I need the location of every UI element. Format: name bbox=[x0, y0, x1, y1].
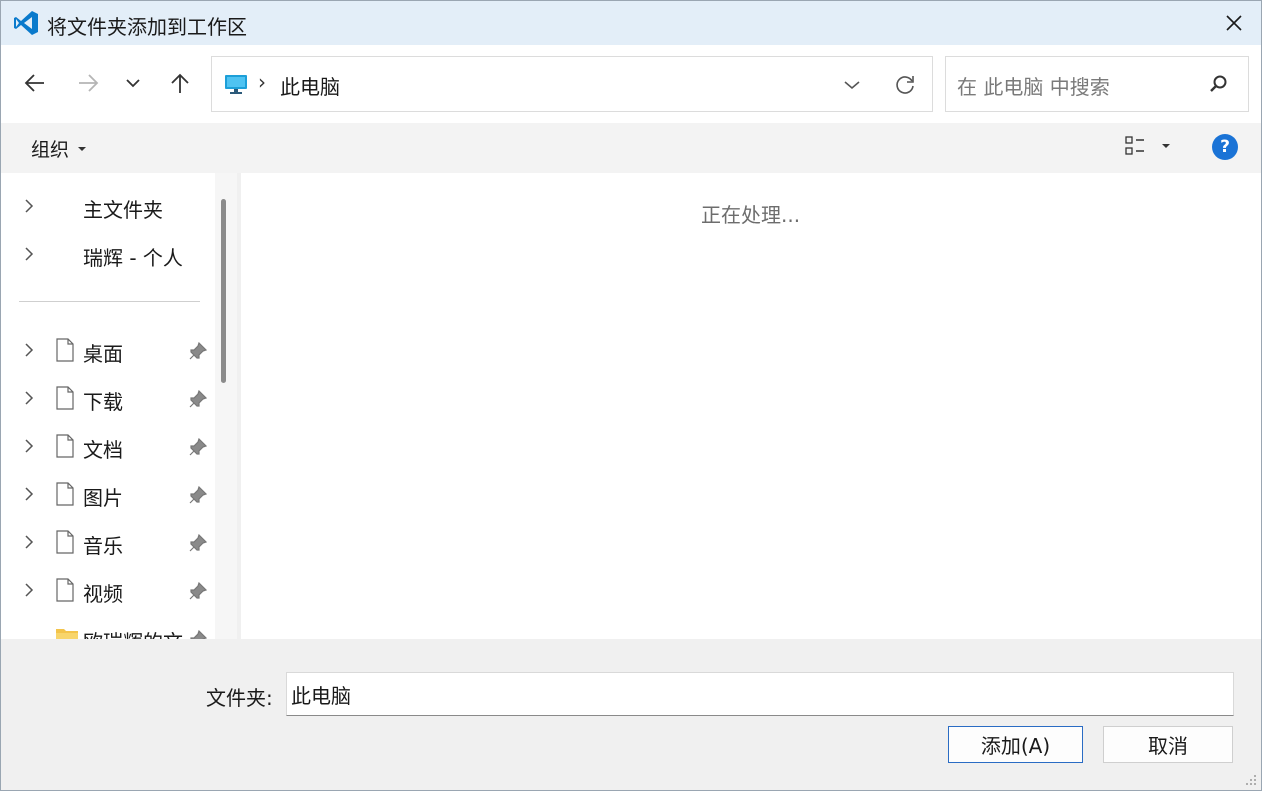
pin-icon bbox=[189, 390, 207, 408]
chevron-down-icon bbox=[844, 81, 860, 90]
add-folder-dialog: 将文件夹添加到工作区 › 此电脑 在 此电脑 中搜索 组织 ? 主文件夹 瑞辉 … bbox=[0, 0, 1262, 791]
document-icon bbox=[56, 482, 74, 506]
close-icon bbox=[1226, 15, 1242, 31]
address-history-button[interactable] bbox=[838, 72, 866, 98]
help-icon: ? bbox=[1220, 137, 1230, 157]
sidebar-item-pictures[interactable]: 图片 bbox=[1, 473, 215, 517]
caret-down-icon bbox=[78, 146, 87, 151]
folder-field[interactable] bbox=[286, 672, 1234, 716]
view-options-icon bbox=[1125, 136, 1144, 155]
vscode-logo-icon bbox=[14, 11, 38, 35]
cancel-button[interactable]: 取消 bbox=[1103, 726, 1233, 763]
chevron-right-icon[interactable] bbox=[23, 581, 35, 599]
sidebar-item-music[interactable]: 音乐 bbox=[1, 521, 215, 565]
sidebar-item-desktop[interactable]: 桌面 bbox=[1, 329, 215, 373]
loading-status: 正在处理... bbox=[701, 203, 801, 227]
caret-down-icon bbox=[1162, 144, 1170, 148]
sidebar-item-label: 图片 bbox=[83, 486, 123, 510]
help-button[interactable]: ? bbox=[1212, 134, 1238, 160]
computer-icon bbox=[225, 75, 247, 94]
document-icon bbox=[56, 530, 74, 554]
document-icon bbox=[56, 338, 74, 362]
change-view-button[interactable] bbox=[1125, 136, 1171, 156]
command-bar: 组织 ? bbox=[1, 123, 1261, 173]
folder-field-label: 文件夹: bbox=[206, 686, 273, 710]
navigation-pane: 主文件夹 瑞辉 - 个人 桌面 下载 文档 图片 音乐 视频 bbox=[1, 173, 237, 639]
dialog-footer: 文件夹: 添加(A) 取消 bbox=[1, 639, 1261, 790]
chevron-down-icon bbox=[126, 79, 140, 88]
sidebar-item-label: 视频 bbox=[83, 582, 123, 606]
refresh-icon bbox=[896, 76, 914, 94]
file-list-pane[interactable]: 正在处理... bbox=[241, 173, 1261, 639]
pin-icon bbox=[189, 438, 207, 456]
chevron-right-icon[interactable] bbox=[23, 341, 35, 359]
sidebar-item-label: 瑞辉 - 个人 bbox=[83, 246, 183, 270]
arrow-left-icon bbox=[24, 74, 44, 92]
document-icon bbox=[56, 386, 74, 410]
arrow-right-icon bbox=[79, 74, 99, 92]
sidebar-item-label: 下载 bbox=[83, 390, 123, 414]
refresh-button[interactable] bbox=[890, 70, 920, 100]
address-bar[interactable]: › 此电脑 bbox=[211, 56, 933, 112]
chevron-right-icon[interactable] bbox=[23, 389, 35, 407]
folder-icon bbox=[56, 629, 78, 639]
pin-icon bbox=[189, 534, 207, 552]
sidebar-item-label: 桌面 bbox=[83, 342, 123, 366]
forward-button[interactable] bbox=[68, 65, 108, 101]
search-input[interactable]: 在 此电脑 中搜索 bbox=[957, 71, 1110, 100]
sidebar-item-personal[interactable]: 瑞辉 - 个人 bbox=[1, 233, 215, 277]
sidebar-item-user-folder[interactable]: 欧瑞辉的文 bbox=[1, 617, 215, 639]
sidebar-item-documents[interactable]: 文档 bbox=[1, 425, 215, 469]
back-button[interactable] bbox=[15, 65, 55, 101]
sidebar-item-home[interactable]: 主文件夹 bbox=[1, 185, 215, 229]
chevron-right-icon[interactable] bbox=[23, 437, 35, 455]
pin-icon bbox=[189, 486, 207, 504]
sidebar-item-label: 主文件夹 bbox=[83, 198, 163, 222]
chevron-right-icon[interactable] bbox=[23, 197, 35, 215]
pin-icon bbox=[189, 342, 207, 360]
breadcrumb-separator: › bbox=[258, 70, 266, 94]
document-icon bbox=[56, 434, 74, 458]
chevron-right-icon[interactable] bbox=[23, 485, 35, 503]
arrow-up-icon bbox=[171, 73, 189, 93]
chevron-right-icon[interactable] bbox=[23, 533, 35, 551]
pin-icon bbox=[189, 582, 207, 600]
dialog-title: 将文件夹添加到工作区 bbox=[47, 15, 247, 39]
pin-icon bbox=[190, 630, 207, 639]
sidebar-divider bbox=[19, 301, 200, 302]
sidebar-item-label: 文档 bbox=[83, 438, 123, 462]
document-icon bbox=[56, 578, 74, 602]
title-bar: 将文件夹添加到工作区 bbox=[1, 1, 1261, 45]
organize-label: 组织 bbox=[31, 139, 70, 161]
add-button[interactable]: 添加(A) bbox=[948, 726, 1083, 763]
organize-menu-button[interactable]: 组织 bbox=[31, 135, 87, 162]
sidebar-scroll-thumb[interactable] bbox=[221, 199, 226, 383]
search-box[interactable]: 在 此电脑 中搜索 bbox=[945, 56, 1249, 112]
recent-locations-button[interactable] bbox=[113, 65, 153, 101]
sidebar-scrollbar[interactable] bbox=[215, 173, 237, 639]
search-icon bbox=[1210, 75, 1227, 92]
resize-grip-icon[interactable] bbox=[1245, 774, 1257, 786]
breadcrumb-this-pc[interactable]: 此电脑 bbox=[280, 71, 340, 100]
up-button[interactable] bbox=[160, 65, 200, 101]
close-button[interactable] bbox=[1207, 1, 1261, 45]
sidebar-item-label: 音乐 bbox=[83, 534, 123, 558]
sidebar-item-downloads[interactable]: 下载 bbox=[1, 377, 215, 421]
navigation-bar: › 此电脑 在 此电脑 中搜索 bbox=[1, 45, 1261, 123]
sidebar-item-videos[interactable]: 视频 bbox=[1, 569, 215, 613]
sidebar-item-label: 欧瑞辉的文 bbox=[83, 626, 183, 639]
chevron-right-icon[interactable] bbox=[23, 245, 35, 263]
